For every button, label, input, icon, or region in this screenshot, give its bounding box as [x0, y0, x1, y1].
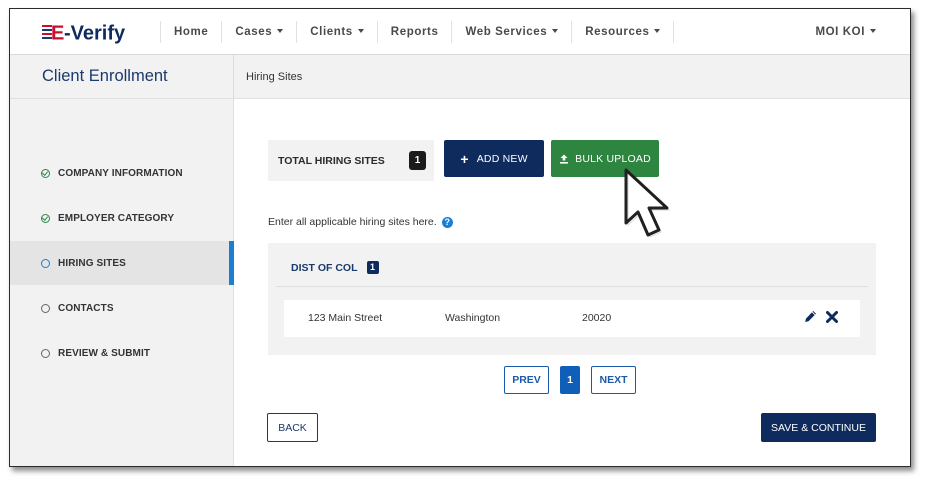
nav-clients-label: Clients: [310, 26, 353, 38]
main-menu: Home Cases Clients Reports Web Services …: [160, 21, 675, 43]
prev-page-button[interactable]: PREV: [504, 366, 549, 394]
total-label: TOTAL HIRING SITES: [278, 154, 385, 167]
bulk-upload-label: BULK UPLOAD: [575, 152, 651, 165]
circle-icon: [41, 303, 50, 313]
total-hiring-sites: TOTAL HIRING SITES 1: [268, 140, 434, 181]
site-city: Washington: [445, 312, 501, 324]
nav-resources[interactable]: Resources: [571, 21, 675, 43]
nav-resources-label: Resources: [585, 26, 650, 38]
nav-home[interactable]: Home: [160, 21, 221, 43]
next-page-button[interactable]: NEXT: [591, 366, 636, 394]
hiring-site-group: DIST OF COL 1 123 Main Street Washington…: [268, 243, 876, 355]
site-zip: 20020: [582, 312, 612, 324]
sidebar-item-company-information[interactable]: COMPANY INFORMATION: [10, 151, 233, 195]
sidebar-item-label: REVIEW & SUBMIT: [58, 347, 151, 359]
group-name: DIST OF COL: [291, 261, 358, 274]
svg-text:E: E: [51, 23, 64, 45]
caret-down-icon: [552, 28, 559, 33]
add-new-label: ADD NEW: [476, 152, 528, 165]
user-menu[interactable]: MOI KOI: [815, 21, 876, 43]
caret-down-icon: [870, 28, 876, 33]
nav-web-services-label: Web Services: [465, 26, 548, 38]
back-button[interactable]: BACK: [267, 413, 318, 442]
user-name: MOI KOI: [815, 26, 865, 38]
page-1-button[interactable]: 1: [560, 366, 580, 394]
check-circle-icon: [41, 168, 50, 178]
nav-reports[interactable]: Reports: [376, 21, 452, 43]
pagination: PREV 1 NEXT: [504, 366, 636, 394]
caret-down-icon: [277, 28, 284, 33]
main-content: TOTAL HIRING SITES 1 + ADD NEW BULK UPLO…: [234, 99, 910, 466]
sidebar-item-label: HIRING SITES: [58, 257, 126, 269]
pencil-icon[interactable]: [804, 310, 817, 323]
sidebar-item-employer-category[interactable]: EMPLOYER CATEGORY: [10, 196, 233, 240]
caret-down-icon: [654, 28, 661, 33]
sidebar-item-label: EMPLOYER CATEGORY: [58, 212, 175, 224]
group-header: DIST OF COL 1: [291, 261, 379, 274]
title-bar: Client Enrollment Hiring Sites: [10, 55, 910, 99]
row-actions: [804, 310, 838, 323]
enrollment-steps-sidebar: COMPANY INFORMATION EMPLOYER CATEGORY HI…: [10, 99, 234, 466]
nav-home-label: Home: [174, 26, 209, 38]
top-navigation: E -Verify Home Cases Clients Reports Web…: [10, 9, 910, 55]
caret-down-icon: [357, 28, 364, 33]
site-address: 123 Main Street: [308, 312, 383, 324]
total-count-badge: 1: [409, 151, 426, 170]
title-divider: [233, 55, 234, 99]
page-title: Client Enrollment: [42, 67, 168, 85]
upload-icon: [560, 154, 569, 164]
circle-icon: [41, 348, 50, 358]
group-divider: [276, 286, 868, 287]
nav-clients[interactable]: Clients: [296, 21, 377, 43]
plus-icon: +: [460, 150, 469, 167]
sidebar-item-contacts[interactable]: CONTACTS: [10, 286, 233, 330]
sidebar-item-review-submit[interactable]: REVIEW & SUBMIT: [10, 331, 233, 375]
sidebar-item-hiring-sites[interactable]: HIRING SITES: [10, 241, 234, 285]
e-verify-logo[interactable]: E -Verify: [42, 20, 138, 44]
hint-text: Enter all applicable hiring sites here. …: [268, 216, 453, 228]
nav-web-services[interactable]: Web Services: [451, 21, 571, 43]
sidebar-item-label: COMPANY INFORMATION: [58, 167, 183, 179]
close-icon[interactable]: [826, 310, 838, 323]
circle-icon: [41, 258, 50, 268]
nav-cases[interactable]: Cases: [221, 21, 296, 43]
save-continue-button[interactable]: SAVE & CONTINUE: [761, 413, 876, 442]
check-circle-icon: [41, 213, 50, 223]
hint-label: Enter all applicable hiring sites here.: [268, 216, 437, 228]
nav-cases-label: Cases: [235, 26, 273, 38]
help-icon[interactable]: ?: [441, 216, 453, 228]
group-count-badge: 1: [366, 261, 379, 274]
table-row: 123 Main Street Washington 20020: [284, 300, 860, 337]
section-title: Hiring Sites: [246, 71, 303, 83]
nav-reports-label: Reports: [390, 26, 439, 38]
bulk-upload-button[interactable]: BULK UPLOAD: [551, 140, 659, 177]
add-new-button[interactable]: + ADD NEW: [444, 140, 544, 177]
sidebar-item-label: CONTACTS: [58, 302, 114, 314]
svg-text:-Verify: -Verify: [64, 23, 126, 45]
app-window: E -Verify Home Cases Clients Reports Web…: [9, 8, 911, 467]
